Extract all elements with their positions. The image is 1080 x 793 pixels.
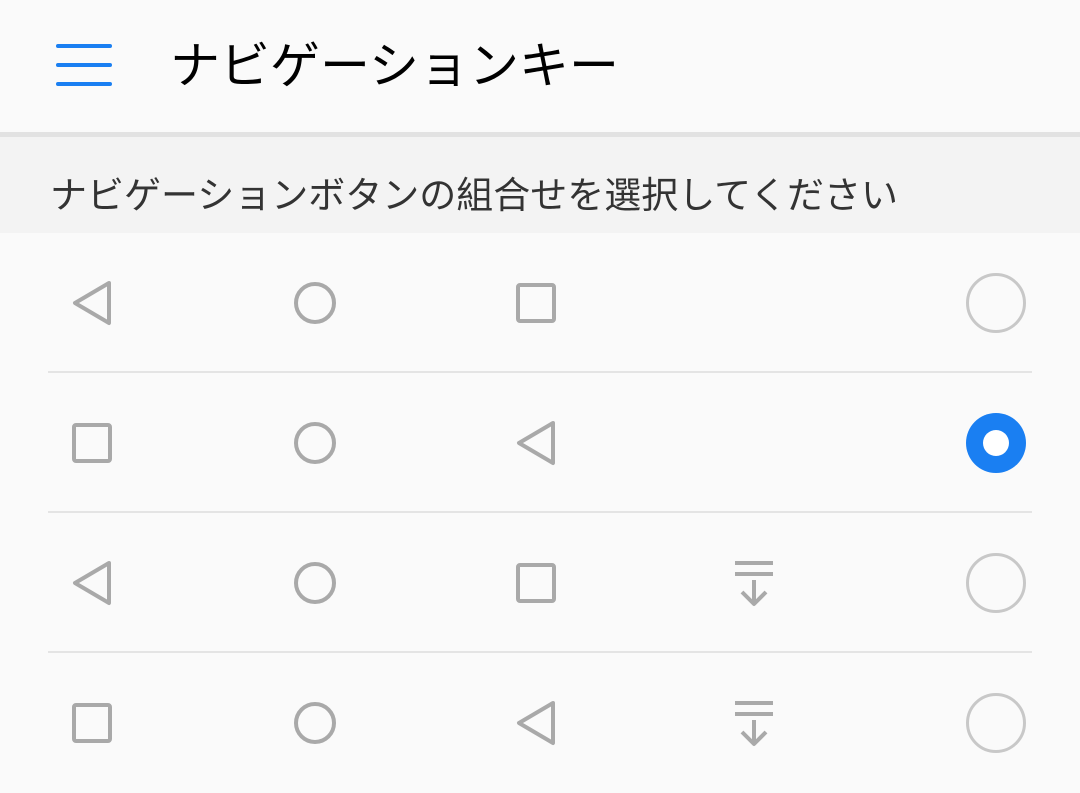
notification-pull-down-icon: [724, 693, 784, 753]
radio-button[interactable]: [964, 691, 1028, 755]
radio-button[interactable]: [964, 551, 1028, 615]
app-bar: ナビゲーションキー: [0, 0, 1080, 132]
recent-apps-icon: [62, 693, 122, 753]
home-icon: [285, 693, 345, 753]
home-icon: [285, 413, 345, 473]
back-icon: [506, 413, 566, 473]
navigation-option-row[interactable]: [0, 233, 1080, 373]
back-icon: [506, 693, 566, 753]
section-header-text: ナビゲーションボタンの組合せを選択してください: [50, 174, 899, 217]
recent-apps-icon: [506, 273, 566, 333]
navigation-option-row[interactable]: [0, 653, 1080, 793]
notification-pull-down-icon: [724, 553, 784, 613]
navigation-option-list: [0, 233, 1080, 793]
home-icon: [285, 273, 345, 333]
back-icon: [62, 553, 122, 613]
navigation-option-row[interactable]: [0, 373, 1080, 513]
radio-button[interactable]: [964, 271, 1028, 335]
hamburger-menu-icon: [56, 44, 112, 86]
navigation-option-row[interactable]: [0, 513, 1080, 653]
section-header: ナビゲーションボタンの組合せを選択してください: [0, 137, 1080, 233]
menu-button[interactable]: [44, 30, 124, 102]
recent-apps-icon: [62, 413, 122, 473]
recent-apps-icon: [506, 553, 566, 613]
page-title: ナビゲーションキー: [170, 37, 619, 95]
radio-button-selected[interactable]: [964, 411, 1028, 475]
home-icon: [285, 553, 345, 613]
back-icon: [62, 273, 122, 333]
